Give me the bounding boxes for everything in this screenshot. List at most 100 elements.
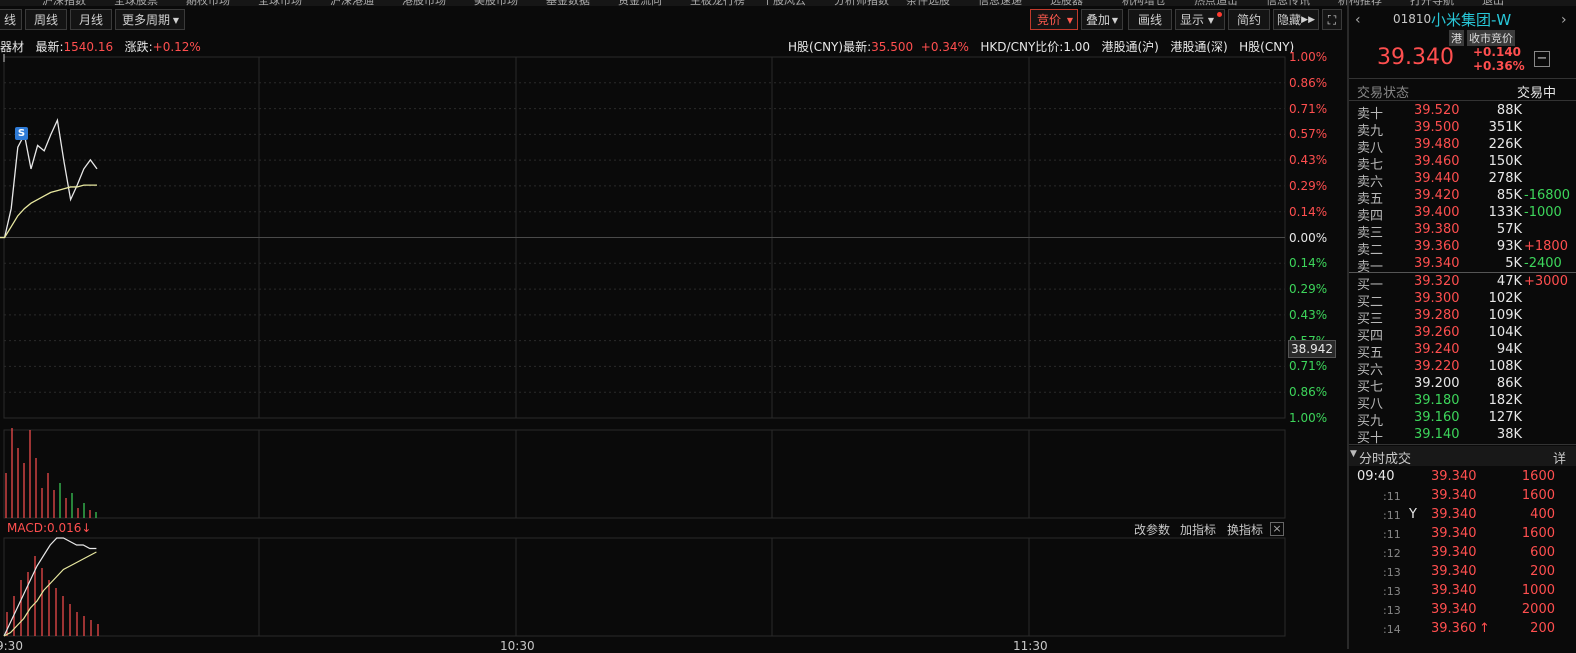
macd-dif-line [3, 537, 97, 637]
macd-pane-frame [3, 537, 1286, 637]
y-axis-tick-label: 1.00% [1289, 411, 1328, 425]
add-indicator-button[interactable]: 加指标 [1180, 521, 1216, 538]
trade-time: 09:40 [1357, 469, 1395, 484]
bid-level-row[interactable]: 买五 39.240 94K [1357, 342, 1567, 361]
trade-time: :13 [1383, 566, 1401, 579]
level-volume: 104K [1488, 325, 1522, 340]
ask-level-row[interactable]: 卖九 39.500 351K [1357, 120, 1567, 139]
x-axis-label: 9:30 [0, 639, 23, 653]
x-axis-label: 10:30 [500, 639, 535, 653]
change-indicator-button[interactable]: 换指标 [1227, 521, 1263, 538]
trade-volume: 1000 [1521, 583, 1555, 598]
trade-row: :14 39.360 ↑ 200 [1357, 621, 1572, 640]
stock-name: 小米集团-W [1431, 11, 1512, 29]
trade-price: 39.340 [1431, 545, 1477, 560]
y-axis-tick-label: 1.00% [1289, 50, 1328, 64]
ask-level-row[interactable]: 卖二 39.360 93K +1800 [1357, 239, 1568, 258]
level-price: 39.460 [1414, 154, 1460, 169]
trade-time: :13 [1383, 604, 1401, 617]
y-axis-tick-label: 0.71% [1289, 359, 1328, 374]
ask-level-row[interactable]: 卖五 39.420 85K -16800 [1357, 188, 1571, 207]
level-price: 39.220 [1414, 359, 1460, 374]
level-price: 39.160 [1414, 410, 1460, 425]
y-axis-tick-label: 0.29% [1289, 178, 1328, 193]
up-arrow-icon: ↑ [1479, 621, 1490, 636]
divider [1349, 100, 1576, 101]
level-delta: -2400 [1524, 256, 1562, 271]
minus-icon: − [1536, 51, 1548, 66]
y-axis-tick-label: 0.29% [1289, 282, 1328, 297]
ask-level-row[interactable]: 卖六 39.440 278K [1357, 171, 1567, 190]
bid-level-row[interactable]: 买九 39.160 127K [1357, 410, 1567, 429]
level-delta: +1800 [1524, 239, 1568, 254]
ask-level-row[interactable]: 卖四 39.400 133K -1000 [1357, 205, 1567, 224]
spread-divider [1349, 272, 1576, 273]
trade-status-value: 交易中 [1517, 86, 1557, 101]
trade-volume: 400 [1530, 507, 1555, 522]
trade-price: 39.340 [1431, 526, 1477, 541]
level-volume: 127K [1488, 410, 1522, 425]
bid-level-row[interactable]: 买二 39.300 102K [1357, 291, 1567, 310]
stock-code: 01810 [1393, 12, 1432, 26]
price-tag: 38.942 [1288, 340, 1336, 358]
level-price: 39.360 [1414, 239, 1460, 254]
trade-row: 09:40 39.340 1600 [1357, 469, 1572, 488]
auction-tag: 收市竞价 [1467, 30, 1515, 46]
trade-volume: 600 [1530, 545, 1555, 560]
trade-volume: 2000 [1521, 602, 1555, 617]
ask-level-row[interactable]: 卖八 39.480 226K [1357, 137, 1567, 156]
close-icon: × [1272, 522, 1282, 535]
trade-volume: 1600 [1521, 469, 1555, 484]
bid-level-row[interactable]: 买十 39.140 38K [1357, 427, 1567, 446]
level-price: 39.480 [1414, 137, 1460, 152]
hk-tag: 港 [1449, 30, 1464, 46]
level-volume: 5K [1505, 256, 1522, 271]
macd-label: MACD:0.016↓ [7, 521, 91, 535]
trade-time: :14 [1383, 623, 1401, 636]
trade-time: :11 [1383, 528, 1401, 541]
level-price: 39.420 [1414, 188, 1460, 203]
trade-flag: Y [1409, 507, 1417, 522]
volume-pane-frame [3, 429, 1286, 519]
ask-level-row[interactable]: 卖七 39.460 150K [1357, 154, 1567, 173]
ask-level-row[interactable]: 卖三 39.380 57K [1357, 222, 1567, 241]
ask-level-row[interactable]: 卖一 39.340 5K -2400 [1357, 256, 1567, 275]
back-arrow-icon[interactable]: ‹ [1355, 12, 1361, 28]
level-delta: +3000 [1524, 274, 1568, 289]
trade-row: :11 39.340 1600 [1357, 488, 1572, 507]
trades-detail-button[interactable]: 详 [1553, 448, 1566, 467]
level-price: 39.320 [1414, 274, 1460, 289]
signal-s-marker-icon[interactable]: S [15, 127, 28, 140]
edit-params-button[interactable]: 改参数 [1134, 521, 1170, 538]
close-indicator-button[interactable]: × [1270, 522, 1284, 536]
collapse-triangle-icon[interactable]: ▼ [1350, 449, 1357, 459]
level-volume: 226K [1488, 137, 1522, 152]
divider [1349, 78, 1576, 79]
level-price: 39.280 [1414, 308, 1460, 323]
level-price: 39.400 [1414, 205, 1460, 220]
level-volume: 351K [1488, 120, 1522, 135]
level-delta: -16800 [1524, 188, 1571, 203]
level-price: 39.260 [1414, 325, 1460, 340]
level-volume: 47K [1496, 274, 1522, 289]
trade-price: 39.340 [1431, 469, 1477, 484]
bid-level-row[interactable]: 买四 39.260 104K [1357, 325, 1567, 344]
level-volume: 182K [1488, 393, 1522, 408]
forward-arrow-icon[interactable]: › [1561, 12, 1567, 28]
trades-title: 分时成交 [1359, 452, 1412, 467]
collapse-button[interactable]: − [1534, 51, 1550, 67]
level-price: 39.440 [1414, 171, 1460, 186]
bid-level-row[interactable]: 买八 39.180 182K [1357, 393, 1567, 412]
trade-time: :12 [1383, 547, 1401, 560]
bid-level-row[interactable]: 买六 39.220 108K [1357, 359, 1567, 378]
y-axis-tick-label: 0.43% [1289, 307, 1328, 322]
trade-price: 39.360 [1431, 621, 1477, 636]
level-price: 39.140 [1414, 427, 1460, 442]
bid-level-row[interactable]: 买一 39.320 47K +3000 [1357, 274, 1568, 293]
ask-level-row[interactable]: 卖十 39.520 88K [1357, 103, 1567, 122]
y-axis-tick-label: 0.57% [1289, 127, 1328, 142]
bid-level-row[interactable]: 买七 39.200 86K [1357, 376, 1567, 395]
bid-level-row[interactable]: 买三 39.280 109K [1357, 308, 1567, 327]
divider [1349, 444, 1576, 445]
level-price: 39.500 [1414, 120, 1460, 135]
